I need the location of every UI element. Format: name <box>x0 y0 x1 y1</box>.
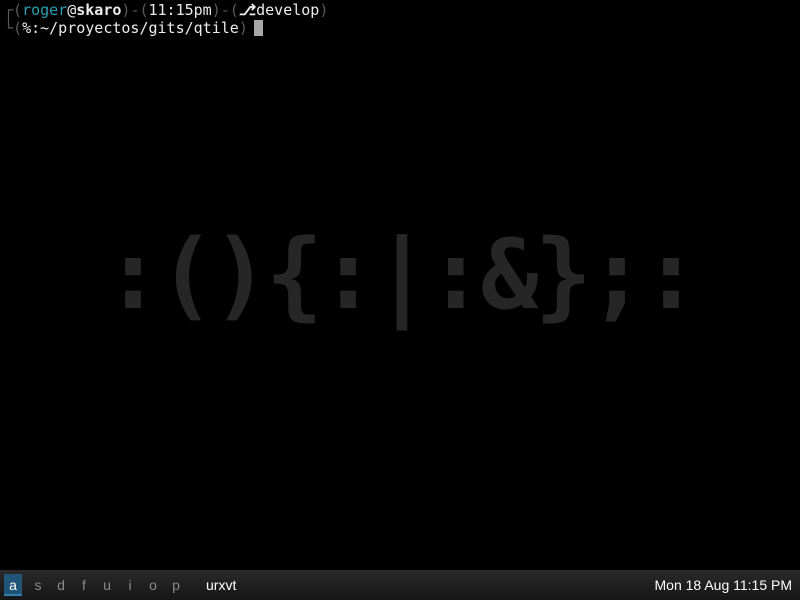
prompt-line-1: ┌(roger@skaro)-(11:15pm)-(⎇develop) <box>4 1 328 19</box>
group-o[interactable]: o <box>143 574 163 596</box>
bracket-close: ) <box>211 1 221 19</box>
git-branch-icon: ⎇ <box>238 1 257 19</box>
prompt-line-2: └(%:~/proyectos/gits/qtile) <box>4 19 263 37</box>
prompt-time: 11:15pm <box>148 1 212 19</box>
group-i[interactable]: i <box>120 574 140 596</box>
group-a[interactable]: a <box>4 574 22 596</box>
clock: Mon 18 Aug 11:15 PM <box>654 577 793 593</box>
prompt-at: @ <box>67 1 77 19</box>
bracket-open: ( <box>139 1 149 19</box>
prompt-path: :~/proyectos/gits/qtile <box>31 19 239 37</box>
bracket-open: ( <box>13 1 23 19</box>
group-d[interactable]: d <box>51 574 71 596</box>
group-s[interactable]: s <box>28 574 48 596</box>
group-box: a s d f u i o p <box>4 574 189 596</box>
prompt-git-branch: develop <box>256 1 320 19</box>
bracket-close: ) <box>238 19 248 37</box>
prompt-corner-top: ┌ <box>4 1 14 19</box>
prompt-host: skaro <box>76 1 122 19</box>
prompt-user: roger <box>22 1 68 19</box>
terminal-window[interactable]: ┌(roger@skaro)-(11:15pm)-(⎇develop) └(%:… <box>0 0 800 570</box>
prompt-separator: - <box>220 1 230 19</box>
status-bar: a s d f u i o p urxvt Mon 18 Aug 11:15 P… <box>0 570 800 600</box>
terminal-cursor <box>253 20 263 36</box>
bracket-close: ) <box>319 1 329 19</box>
group-u[interactable]: u <box>97 574 117 596</box>
wallpaper-fork-bomb-text: :(){:|:&};: <box>104 219 700 331</box>
bracket-open: ( <box>229 1 239 19</box>
bracket-open: ( <box>13 19 23 37</box>
prompt-corner-bottom: └ <box>4 19 14 37</box>
prompt-symbol: % <box>22 19 32 37</box>
group-p[interactable]: p <box>166 574 186 596</box>
window-name[interactable]: urxvt <box>206 574 236 596</box>
group-f[interactable]: f <box>74 574 94 596</box>
